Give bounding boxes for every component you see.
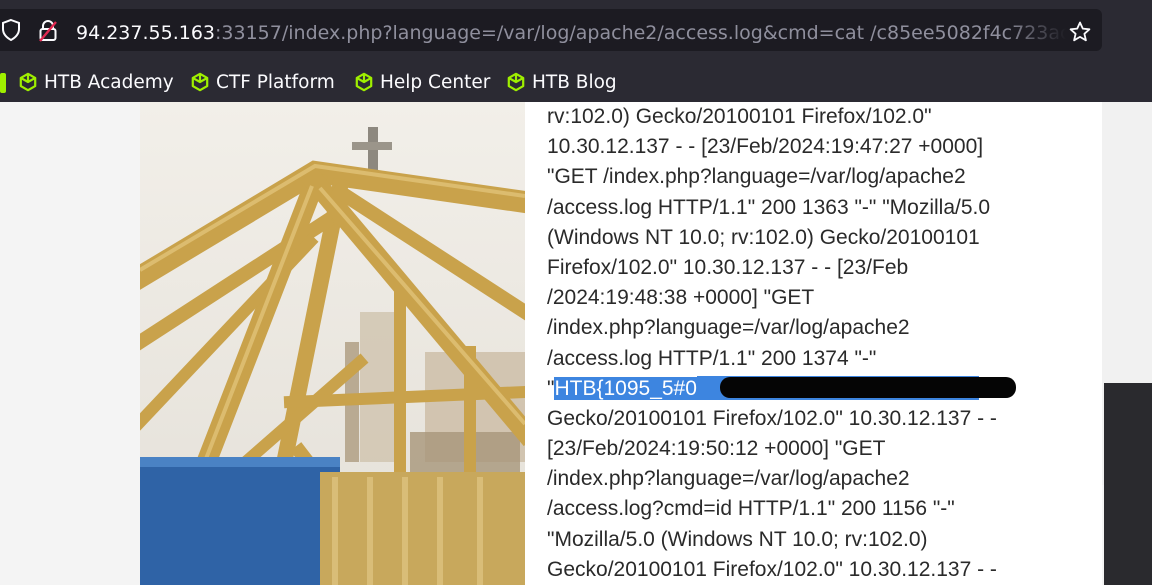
- bookmark-label: HTB Blog: [532, 71, 617, 93]
- overlay-panel-edge: [1104, 383, 1152, 585]
- bookmark-label: Help Center: [380, 71, 491, 93]
- redaction-bar: [720, 376, 1017, 398]
- bookmark-htb-academy[interactable]: HTB Academy: [18, 69, 174, 95]
- url-text[interactable]: 94.237.55.163:33157/index.php?language=/…: [76, 20, 1066, 46]
- bookmark-help-center[interactable]: Help Center: [354, 69, 490, 95]
- bookmarks-toolbar: HTB Academy CTF Platform Help Center HTB…: [0, 62, 1152, 102]
- flag-line[interactable]: "HTB{1095_5#0: [547, 374, 1097, 404]
- url-host: 94.237.55.163: [76, 22, 216, 44]
- log-line: rv:102.0) Gecko/20100101 Firefox/102.0": [547, 105, 932, 128]
- crane-photo: [140, 102, 525, 585]
- flag-text: HTB{1095_5#0: [554, 376, 697, 400]
- log-line: Gecko/20100101 Firefox/102.0" 10.30.12.1…: [547, 557, 997, 581]
- log-line: /2024:19:48:38 +0000] "GET: [547, 286, 815, 310]
- bookmark-htb-blog[interactable]: HTB Blog: [506, 69, 617, 95]
- browser-toolbar: 94.237.55.163:33157/index.php?language=/…: [0, 0, 1152, 62]
- log-line: /access.log?cmd=id HTTP/1.1" 200 1156 "-…: [547, 497, 955, 521]
- log-line: [23/Feb/2024:19:50:12 +0000] "GET: [547, 437, 886, 461]
- web-page: rv:102.0) Gecko/20100101 Firefox/102.0" …: [0, 102, 1152, 585]
- hackthebox-cube-icon: [191, 72, 209, 92]
- log-line: "Mozilla/5.0 (Windows NT 10.0; rv:102.0): [547, 527, 928, 551]
- selected-flag[interactable]: HTB{1095_5#0: [554, 374, 1017, 404]
- log-line: /index.php?language=/var/log/apache2: [547, 467, 910, 491]
- log-line: 10.30.12.137 - - [23/Feb/2024:19:47:27 +…: [547, 135, 984, 159]
- log-line: (Windows NT 10.0; rv:102.0) Gecko/201001…: [547, 225, 980, 249]
- bookmark-label: CTF Platform: [216, 71, 335, 93]
- url-path: :33157/index.php?language=/var/log/apach…: [215, 22, 1066, 44]
- log-line: Gecko/20100101 Firefox/102.0" 10.30.12.1…: [547, 406, 997, 430]
- insecure-lock-icon[interactable]: [38, 19, 58, 43]
- log-line: /index.php?language=/var/log/apache2: [547, 316, 910, 340]
- log-line: Firefox/102.0" 10.30.12.137 - - [23/Feb: [547, 255, 909, 279]
- flag-quote: ": [547, 376, 555, 400]
- log-line: /access.log HTTP/1.1" 200 1363 "-" "Mozi…: [547, 195, 991, 219]
- bookmark-star-icon[interactable]: [1068, 20, 1092, 44]
- hackthebox-cube-icon: [355, 72, 373, 92]
- tracking-protection-shield-icon[interactable]: [0, 18, 22, 42]
- overflow-bookmark-icon[interactable]: [0, 73, 6, 93]
- access-log-output: rv:102.0) Gecko/20100101 Firefox/102.0" …: [547, 102, 1097, 585]
- log-line: /access.log HTTP/1.1" 200 1374 "-": [547, 346, 877, 370]
- log-line: "GET /index.php?language=/var/log/apache…: [547, 165, 966, 189]
- hackthebox-cube-icon: [507, 72, 525, 92]
- bookmark-label: HTB Academy: [44, 71, 174, 93]
- hackthebox-cube-icon: [19, 72, 37, 92]
- bookmark-ctf-platform[interactable]: CTF Platform: [190, 69, 335, 95]
